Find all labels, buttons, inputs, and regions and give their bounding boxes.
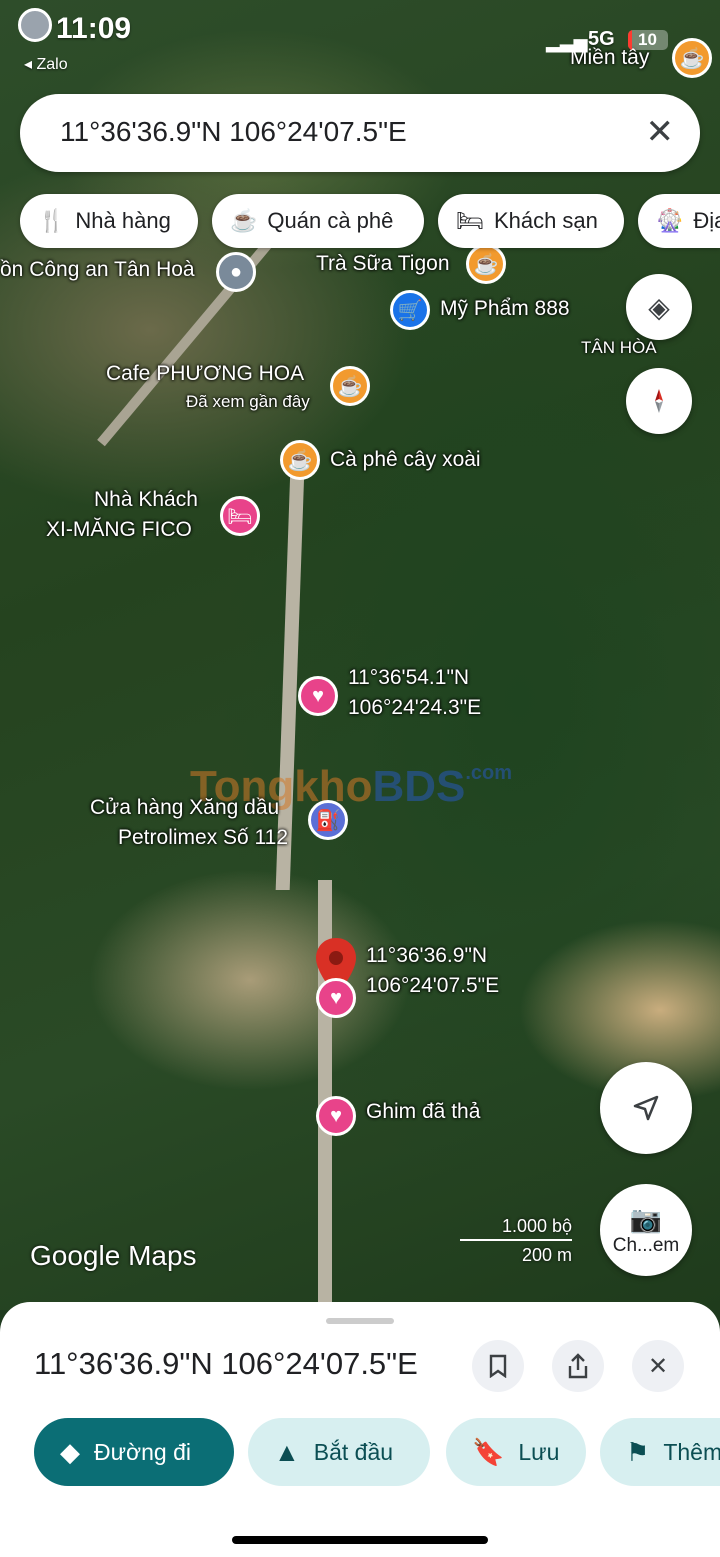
save-button[interactable]: 🔖 Lưu: [446, 1418, 586, 1486]
restaurant-icon: 🍴: [38, 208, 66, 233]
status-time: 11:09: [56, 12, 132, 45]
chip-coffee[interactable]: ☕ Quán cà phê: [212, 194, 424, 248]
action-label: Bắt đầu: [313, 1438, 394, 1465]
location-dot-icon: [18, 8, 52, 42]
label-pin1-lng: 106°24'24.3"E: [348, 696, 482, 719]
police-pin-icon[interactable]: ●: [216, 252, 256, 292]
label-nha-khach-line2[interactable]: XI-MĂNG FICO: [46, 518, 192, 542]
directions-button[interactable]: ◆ Đường đi: [34, 1418, 234, 1486]
place-title: 11°36'36.9"N 106°24'07.5"E: [34, 1346, 418, 1381]
layers-button[interactable]: ◈: [626, 274, 692, 340]
label-pin1-lat: 11°36'54.1"N: [348, 666, 470, 689]
compass-icon: [655, 389, 663, 413]
chip-label: Địa: [693, 208, 720, 233]
shopping-icon[interactable]: 🛒: [390, 290, 430, 330]
label-main-pin-lng: 106°24'07.5"E: [366, 974, 500, 997]
close-icon[interactable]: ✕: [646, 112, 675, 152]
label-recently-viewed: Đã xem gần đây: [186, 392, 310, 411]
label-tra-sua[interactable]: Trà Sữa Tigon: [316, 252, 450, 276]
label-cafe-phuong-hoa[interactable]: Cafe PHƯƠNG HOA: [106, 362, 304, 386]
status-bar: 11:09 ◂ Zalo ▂▃▅ 5G 10: [0, 0, 720, 80]
camera-label: Ch...em: [612, 1234, 680, 1256]
hotel-icon[interactable]: 🛏: [220, 496, 260, 536]
label-my-pham[interactable]: Mỹ Phẩm 888: [440, 297, 570, 321]
action-label: Thêm: [663, 1438, 720, 1465]
google-maps-logo: Google Maps: [30, 1240, 197, 1271]
gas-station-icon[interactable]: ⛽: [308, 800, 348, 840]
coffee-icon[interactable]: ☕: [330, 366, 370, 406]
scale-bar: 1.000 bộ 200 m: [460, 1214, 573, 1266]
back-to-zalo[interactable]: ◂ Zalo: [24, 54, 68, 74]
hotel-icon: 🛏: [456, 208, 484, 233]
label-ghim[interactable]: Ghim đã thả: [366, 1100, 480, 1124]
my-location-button[interactable]: [600, 1062, 692, 1154]
coffee-icon[interactable]: ☕: [280, 440, 320, 480]
place-bottom-sheet[interactable]: 11°36'36.9"N 106°24'07.5"E ✕ ◆ Đường đi …: [0, 1302, 720, 1557]
battery-icon: 10: [628, 30, 668, 50]
label-main-pin-lat: 11°36'36.9"N: [366, 944, 488, 967]
directions-icon: ◆: [60, 1436, 80, 1467]
close-icon: ✕: [647, 1352, 669, 1380]
action-label: Lưu: [518, 1438, 560, 1465]
scale-metric: 200 m: [522, 1245, 573, 1265]
more-button[interactable]: ⚑ Thêm: [600, 1418, 720, 1486]
compass-button[interactable]: [626, 368, 692, 434]
label-nha-khach-line1[interactable]: Nhà Khách: [94, 488, 198, 512]
close-sheet-button[interactable]: ✕: [632, 1340, 684, 1392]
search-query[interactable]: 11°36'36.9"N 106°24'07.5"E: [60, 116, 407, 148]
save-icon-button[interactable]: [472, 1340, 524, 1392]
chip-hotels[interactable]: 🛏 Khách sạn: [438, 194, 624, 248]
camera-icon: 📷: [629, 1203, 663, 1234]
coffee-icon: ☕: [230, 208, 258, 233]
flag-icon: ⚑: [626, 1436, 650, 1467]
navigation-arrow-icon: [633, 1095, 659, 1121]
coffee-icon[interactable]: ☕: [466, 244, 506, 284]
saved-heart-pin-icon[interactable]: ♥: [298, 676, 338, 716]
watermark-part2: BDS: [372, 762, 466, 811]
battery-level: 10: [638, 30, 657, 49]
bookmark-icon: 🔖: [472, 1436, 505, 1467]
saved-heart-pin-icon[interactable]: ♥: [316, 978, 356, 1018]
start-button[interactable]: ▲ Bắt đầu: [248, 1418, 430, 1486]
scale-imperial: 1.000 bộ: [460, 1214, 573, 1241]
chip-label: Nhà hàng: [75, 208, 171, 233]
label-gas-station-line2[interactable]: Petrolimex Số 112: [118, 826, 288, 850]
attraction-icon: 🎡: [656, 208, 684, 233]
dropped-pin-heart-icon[interactable]: ♥: [316, 1096, 356, 1136]
network-type: 5G: [588, 28, 615, 50]
chip-attractions[interactable]: 🎡 Địa: [638, 194, 720, 248]
chip-label: Khách sạn: [493, 208, 598, 233]
chip-restaurants[interactable]: 🍴 Nhà hàng: [20, 194, 198, 248]
drag-handle[interactable]: [326, 1318, 394, 1324]
search-bar[interactable]: 11°36'36.9"N 106°24'07.5"E ✕: [20, 94, 700, 172]
chip-label: Quán cà phê: [267, 208, 394, 233]
action-label: Đường đi: [94, 1438, 191, 1465]
signal-icon: ▂▃▅: [546, 32, 588, 52]
share-button[interactable]: [552, 1340, 604, 1392]
label-ca-phe-cay-xoai[interactable]: Cà phê cây xoài: [330, 448, 481, 472]
label-tan-hoa: TÂN HÒA: [581, 338, 657, 357]
bookmark-icon: [489, 1354, 507, 1378]
watermark-suffix: .com: [465, 762, 513, 784]
camera-search-button[interactable]: 📷 Ch...em: [600, 1184, 692, 1276]
label-gas-station-line1[interactable]: Cửa hàng Xăng dầu: [90, 796, 279, 820]
label-cong-an[interactable]: ồn Công an Tân Hoà: [0, 258, 195, 282]
navigation-icon: ▲: [274, 1436, 300, 1467]
home-indicator[interactable]: [232, 1536, 488, 1544]
share-icon: [568, 1353, 588, 1379]
layers-icon: ◈: [648, 291, 670, 323]
